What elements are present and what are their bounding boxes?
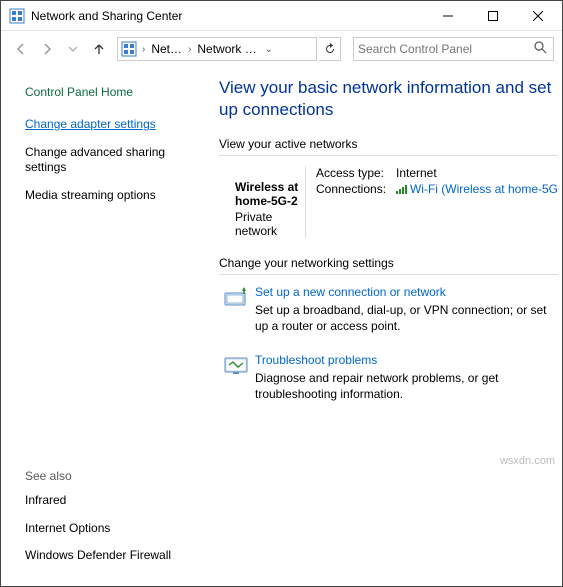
breadcrumb: › Net… › Network … ⌄: [117, 37, 317, 61]
main-content: View your basic network information and …: [209, 67, 562, 586]
settings-list: Set up a new connection or network Set u…: [219, 285, 558, 402]
back-button[interactable]: [9, 37, 33, 61]
control-panel-home-link[interactable]: Control Panel Home: [25, 85, 195, 99]
navbar: › Net… › Network … ⌄: [1, 31, 562, 67]
windows-firewall-link[interactable]: Windows Defender Firewall: [25, 548, 195, 564]
minimize-button[interactable]: [425, 2, 470, 30]
change-adapter-link[interactable]: Change adapter settings: [25, 117, 195, 133]
chevron-right-icon[interactable]: ›: [140, 44, 147, 55]
active-network-row: Wireless at home-5G-2 Private network Ac…: [219, 166, 558, 238]
refresh-button[interactable]: [319, 37, 341, 61]
search-input[interactable]: [358, 42, 531, 56]
access-type-value: Internet: [396, 166, 437, 180]
wifi-connection-link[interactable]: Wi-Fi (Wireless at home-5G: [410, 182, 558, 196]
change-advanced-sharing-link[interactable]: Change advanced sharing settings: [25, 145, 195, 176]
network-type: Private network: [235, 210, 299, 238]
network-name: Wireless at home-5G-2: [235, 180, 299, 208]
titlebar: Network and Sharing Center: [1, 1, 562, 31]
wifi-signal-icon: [396, 184, 407, 194]
network-details: Access type: Internet Connections: Wi-Fi…: [306, 166, 558, 238]
internet-options-link[interactable]: Internet Options: [25, 521, 195, 537]
troubleshoot-desc: Diagnose and repair network problems, or…: [255, 370, 550, 402]
connections-value: Wi-Fi (Wireless at home-5G: [396, 182, 558, 196]
divider: [219, 274, 558, 275]
body: Control Panel Home Change adapter settin…: [1, 67, 562, 586]
troubleshoot-row: Troubleshoot problems Diagnose and repai…: [219, 353, 558, 402]
setup-connection-desc: Set up a broadband, dial-up, or VPN conn…: [255, 302, 550, 334]
search-icon[interactable]: [531, 41, 549, 57]
maximize-button[interactable]: [470, 2, 515, 30]
breadcrumb-item-2[interactable]: Network …: [193, 42, 260, 56]
troubleshoot-icon: [219, 353, 255, 402]
forward-button[interactable]: [35, 37, 59, 61]
app-icon: [9, 8, 25, 24]
history-dropdown[interactable]: [61, 37, 85, 61]
page-headline: View your basic network information and …: [219, 77, 558, 121]
see-also-label: See also: [25, 469, 195, 483]
sidebar: Control Panel Home Change adapter settin…: [1, 67, 209, 586]
access-type-label: Access type:: [316, 166, 396, 180]
network-info: Wireless at home-5G-2 Private network: [219, 166, 306, 238]
media-streaming-link[interactable]: Media streaming options: [25, 188, 195, 204]
troubleshoot-link[interactable]: Troubleshoot problems: [255, 353, 550, 367]
breadcrumb-dropdown[interactable]: ⌄: [261, 44, 277, 55]
breadcrumb-icon[interactable]: [118, 38, 140, 60]
infrared-link[interactable]: Infrared: [25, 493, 195, 509]
up-button[interactable]: [87, 37, 111, 61]
setup-connection-icon: [219, 285, 255, 334]
window: Network and Sharing Center › Net… › Netw…: [0, 0, 563, 587]
connections-label: Connections:: [316, 182, 396, 196]
sidebar-spacer: [25, 215, 195, 469]
search-box[interactable]: [353, 37, 554, 61]
watermark: wsxdn.com: [500, 455, 555, 467]
breadcrumb-item-1[interactable]: Net…: [147, 42, 186, 56]
chevron-right-icon[interactable]: ›: [186, 44, 193, 55]
setup-connection-link[interactable]: Set up a new connection or network: [255, 285, 550, 299]
active-networks-label: View your active networks: [219, 137, 558, 151]
close-button[interactable]: [515, 2, 560, 30]
setup-connection-row: Set up a new connection or network Set u…: [219, 285, 558, 334]
change-settings-label: Change your networking settings: [219, 256, 558, 270]
divider: [219, 155, 558, 156]
window-title: Network and Sharing Center: [31, 9, 425, 23]
